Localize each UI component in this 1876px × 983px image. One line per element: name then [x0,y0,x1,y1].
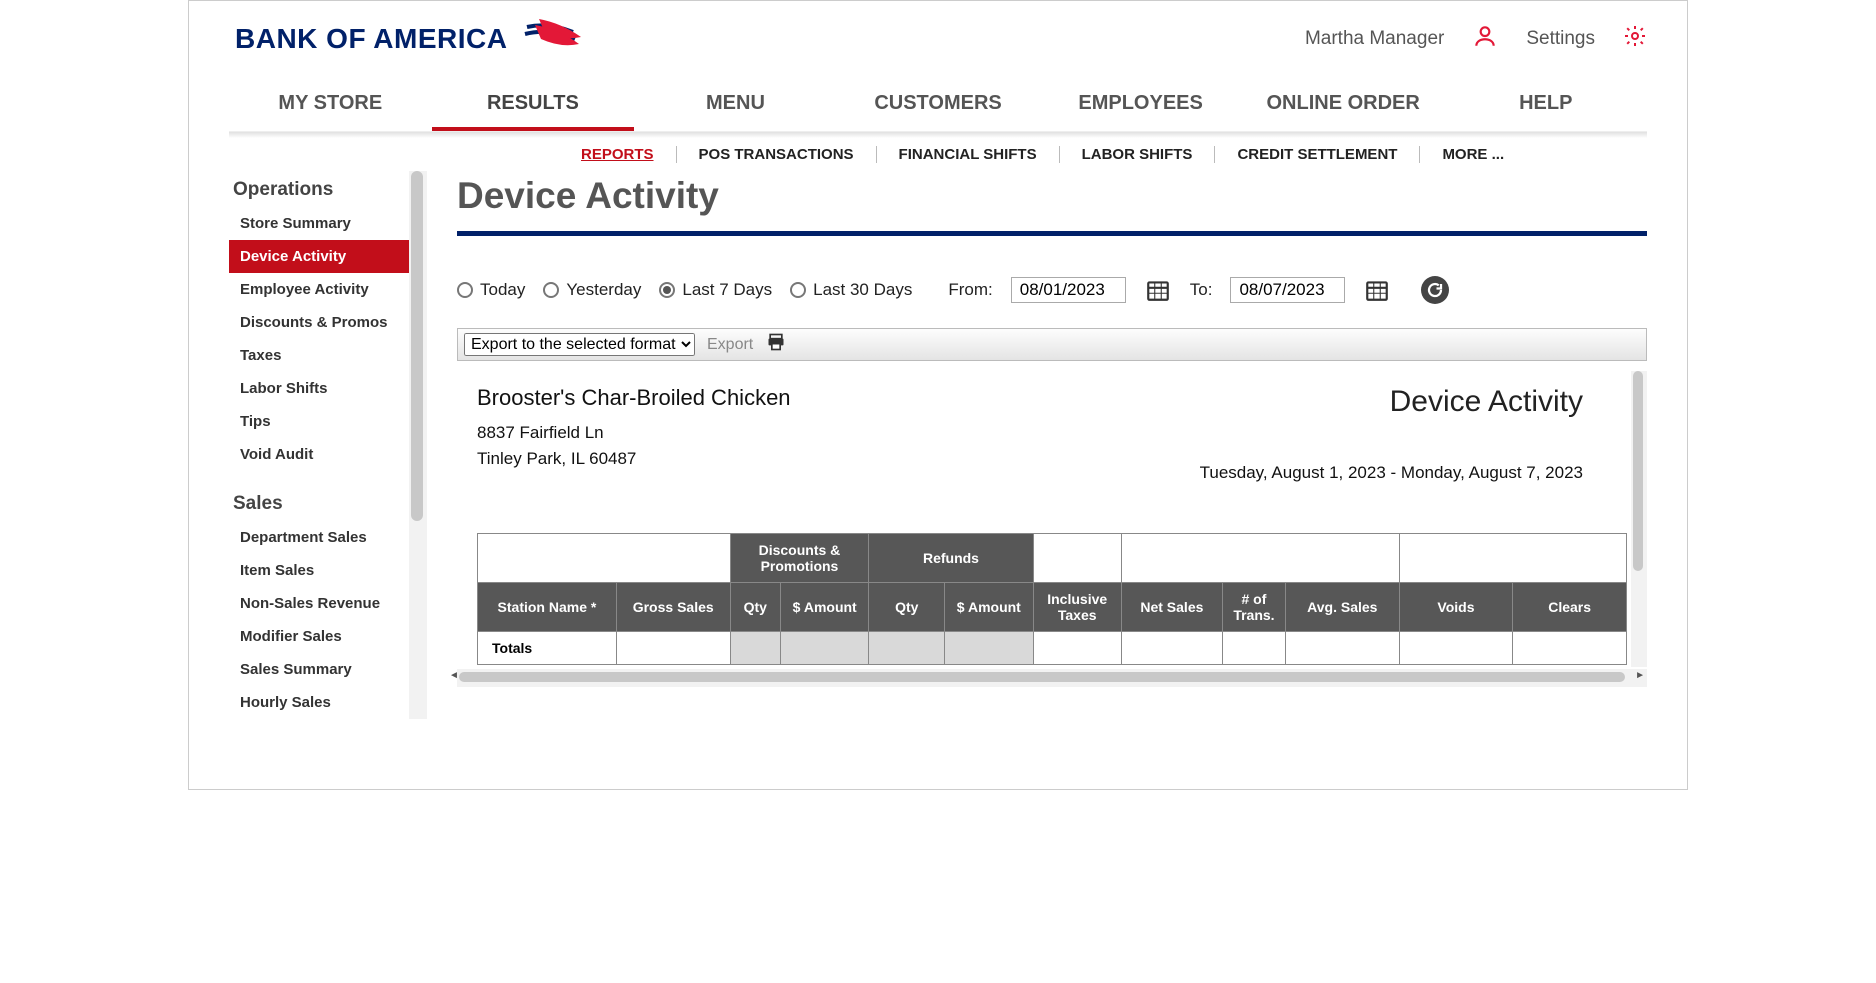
sidebar-item-tips[interactable]: Tips [229,405,409,438]
user-icon[interactable] [1472,23,1498,55]
col-ref-amount: $ Amount [945,583,1033,632]
col-voids: Voids [1399,583,1513,632]
primary-nav: MY STORE RESULTS MENU CUSTOMERS EMPLOYEE… [229,64,1647,132]
sidebar-item-employee-activity[interactable]: Employee Activity [229,273,409,306]
radio-last-30-days[interactable]: Last 30 Days [790,280,912,300]
brand-logo: BANK OF AMERICA [235,19,583,58]
refresh-button[interactable] [1421,276,1449,304]
subnav-pos-transactions[interactable]: POS TRANSACTIONS [677,146,877,163]
from-label: From: [948,280,992,300]
nav-customers[interactable]: CUSTOMERS [837,82,1040,131]
date-filter-row: Today Yesterday Last 7 Days Last 30 Days… [457,276,1647,328]
sidebar-item-store-summary[interactable]: Store Summary [229,207,409,240]
print-icon[interactable] [765,332,787,357]
sidebar-scrollbar[interactable] [409,171,427,719]
col-empty-3 [1121,534,1399,583]
export-bar: Export to the selected format Export [457,328,1647,361]
page-title: Device Activity [457,171,1647,231]
sidebar-item-hourly-sales[interactable]: Hourly Sales [229,686,409,719]
sidebar-item-item-sales[interactable]: Item Sales [229,554,409,587]
secondary-nav: REPORTS POS TRANSACTIONS FINANCIAL SHIFT… [189,138,1687,171]
nav-help[interactable]: HELP [1444,82,1647,131]
brand-text: BANK OF AMERICA [235,23,507,55]
col-station-name: Station Name * [478,583,617,632]
sidebar-item-department-sales[interactable]: Department Sales [229,521,409,554]
report-vertical-scrollbar[interactable] [1631,371,1647,667]
user-name[interactable]: Martha Manager [1305,28,1444,50]
col-empty-2 [1033,534,1121,583]
col-clears: Clears [1513,583,1627,632]
nav-online-order[interactable]: ONLINE ORDER [1242,82,1445,131]
subnav-credit-settlement[interactable]: CREDIT SETTLEMENT [1215,146,1420,163]
radio-today[interactable]: Today [457,280,525,300]
subnav-more[interactable]: MORE ... [1420,146,1526,163]
from-calendar-icon[interactable] [1144,277,1172,303]
col-disc-amount: $ Amount [781,583,869,632]
sidebar-item-void-audit[interactable]: Void Audit [229,438,409,471]
col-inclusive-taxes: Inclusive Taxes [1033,583,1121,632]
title-rule [457,231,1647,236]
nav-employees[interactable]: EMPLOYEES [1039,82,1242,131]
report-horizontal-scrollbar[interactable]: ◄ ► [457,669,1647,687]
store-name: Brooster's Char-Broiled Chicken [477,385,791,411]
brand-flag-icon [521,19,583,58]
radio-yesterday[interactable]: Yesterday [543,280,641,300]
sidebar-item-discounts-promos[interactable]: Discounts & Promos [229,306,409,339]
radio-last-7-days[interactable]: Last 7 Days [659,280,772,300]
col-num-trans: # of Trans. [1222,583,1285,632]
sidebar-item-device-activity[interactable]: Device Activity [229,240,409,273]
colgroup-refunds: Refunds [869,534,1033,583]
subnav-labor-shifts[interactable]: LABOR SHIFTS [1060,146,1216,163]
totals-label: Totals [478,632,617,665]
to-date-input[interactable] [1230,277,1345,303]
export-link[interactable]: Export [707,336,753,354]
nav-results[interactable]: RESULTS [432,82,635,131]
store-address-1: 8837 Fairfield Ln [477,423,791,443]
gear-icon[interactable] [1623,24,1647,54]
hscroll-left-arrow[interactable]: ◄ [449,670,459,681]
col-ref-qty: Qty [869,583,945,632]
to-label: To: [1190,280,1213,300]
nav-my-store[interactable]: MY STORE [229,82,432,131]
subnav-financial-shifts[interactable]: FINANCIAL SHIFTS [877,146,1060,163]
sidebar-item-non-sales-revenue[interactable]: Non-Sales Revenue [229,587,409,620]
sidebar-group-sales: Sales [229,485,409,521]
table-row-totals: Totals [478,632,1627,665]
report-date-range: Tuesday, August 1, 2023 - Monday, August… [1200,463,1583,483]
col-disc-qty: Qty [730,583,781,632]
col-net-sales: Net Sales [1121,583,1222,632]
to-calendar-icon[interactable] [1363,277,1391,303]
col-empty-1 [478,534,731,583]
sidebar-item-labor-shifts[interactable]: Labor Shifts [229,372,409,405]
colgroup-discounts: Discounts & Promotions [730,534,869,583]
from-date-input[interactable] [1011,277,1126,303]
col-avg-sales: Avg. Sales [1286,583,1400,632]
export-format-select[interactable]: Export to the selected format [464,333,695,356]
nav-menu[interactable]: MENU [634,82,837,131]
sidebar-item-modifier-sales[interactable]: Modifier Sales [229,620,409,653]
sidebar-item-taxes[interactable]: Taxes [229,339,409,372]
sidebar-group-operations: Operations [229,171,409,207]
sidebar: Operations Store Summary Device Activity… [229,171,409,719]
settings-link[interactable]: Settings [1526,28,1595,50]
hscroll-right-arrow[interactable]: ► [1635,670,1645,681]
device-activity-table: Discounts & Promotions Refunds Station N… [477,533,1627,665]
store-address-2: Tinley Park, IL 60487 [477,449,791,469]
sidebar-item-sales-summary[interactable]: Sales Summary [229,653,409,686]
col-empty-4 [1399,534,1626,583]
col-gross-sales: Gross Sales [616,583,730,632]
report-title: Device Activity [1200,385,1583,419]
subnav-reports[interactable]: REPORTS [559,146,677,163]
